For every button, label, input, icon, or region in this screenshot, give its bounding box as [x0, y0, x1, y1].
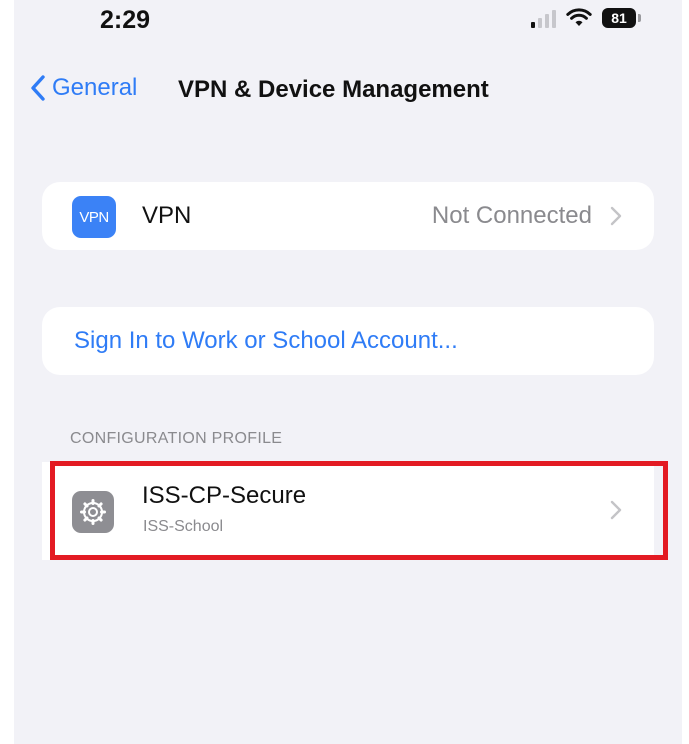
configuration-profile-header: CONFIGURATION PROFILE [70, 430, 283, 447]
settings-screen: 2:29 81 General VPN & Device Management … [14, 0, 682, 744]
back-button[interactable]: General [30, 74, 137, 102]
wifi-icon [566, 8, 592, 26]
sign-in-work-school-link[interactable]: Sign In to Work or School Account... [74, 327, 458, 355]
status-time: 2:29 [100, 6, 151, 34]
battery-level: 81 [611, 10, 627, 26]
gear-icon [72, 491, 114, 533]
page-title: VPN & Device Management [178, 76, 489, 103]
sign-in-row[interactable]: Sign In to Work or School Account... [42, 307, 654, 375]
cellular-signal-icon [531, 8, 556, 28]
chevron-right-icon [610, 500, 622, 520]
vpn-label: VPN [142, 202, 192, 229]
back-button-label: General [52, 74, 138, 101]
vpn-row[interactable]: VPN VPN Not Connected [42, 182, 654, 250]
battery-icon: 81 [602, 8, 641, 28]
status-icons: 81 [531, 8, 641, 28]
profile-row[interactable]: ISS-CP-Secure ISS-School [42, 462, 654, 560]
profile-organization: ISS-School [143, 518, 224, 535]
chevron-left-icon [31, 75, 45, 101]
profile-name: ISS-CP-Secure [142, 482, 307, 509]
chevron-right-icon [610, 206, 622, 226]
vpn-status: Not Connected [431, 202, 592, 229]
vpn-icon: VPN [72, 196, 116, 238]
